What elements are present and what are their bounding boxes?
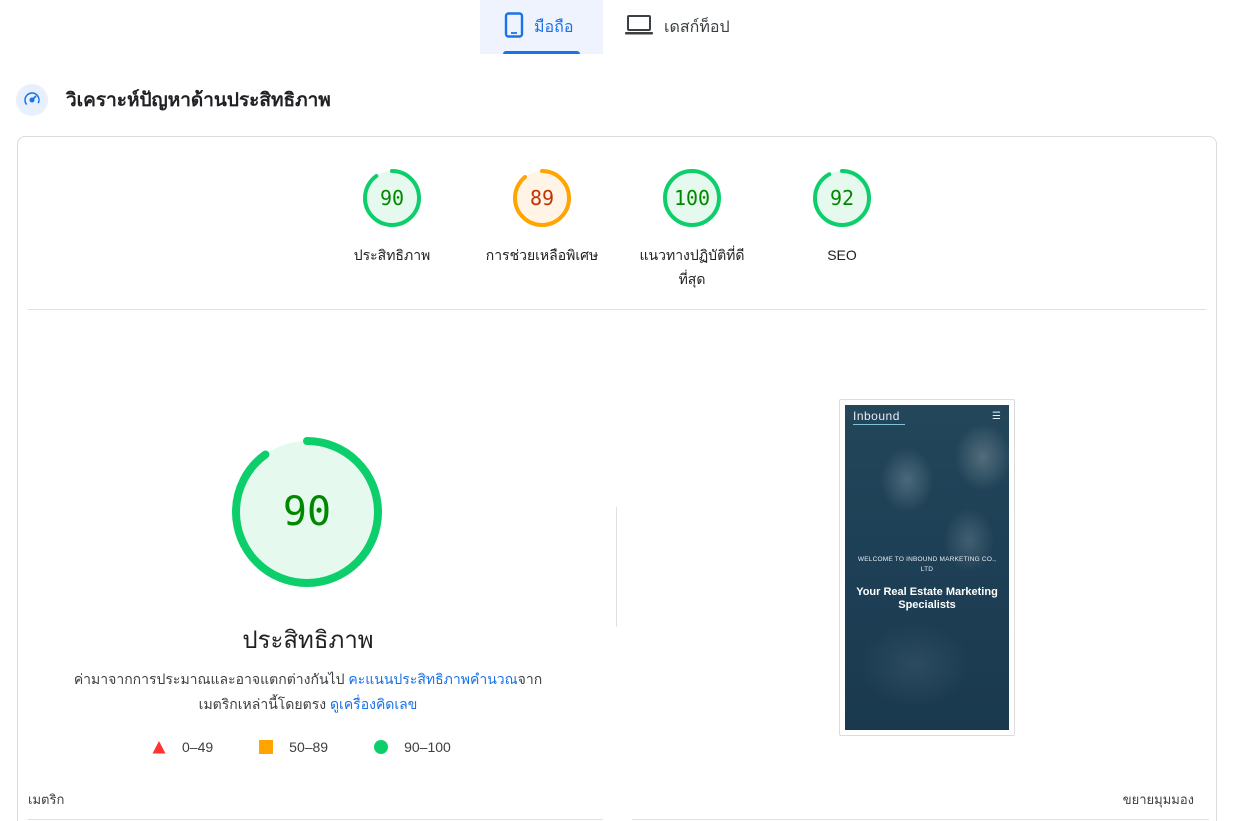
tab-desktop-label: เดสก์ท็อป: [664, 18, 730, 36]
vertical-divider: [616, 507, 617, 627]
metrics-heading: เมตริก: [28, 792, 65, 807]
active-tab-indicator: [503, 51, 580, 54]
hamburger-menu-icon: ☰: [992, 411, 1001, 422]
score-performance[interactable]: 90 ประสิทธิภาพ: [327, 167, 457, 267]
brand-underline: [853, 424, 905, 425]
main-score-value: 90: [283, 489, 331, 535]
expand-view-toggle[interactable]: ขยายมุมมอง: [1123, 789, 1194, 810]
tab-desktop[interactable]: เดสก์ท็อป: [603, 0, 752, 54]
seo-gauge: 92: [813, 169, 871, 227]
score-calculation-link[interactable]: คะแนนประสิทธิภาพคำนวณ: [348, 671, 517, 687]
legend-average-range: 50–89: [289, 739, 329, 755]
page-screenshot-thumbnail[interactable]: Inbound ☰ WELCOME TO INBOUND MARKETING C…: [839, 399, 1015, 736]
hero-headline: Your Real Estate Marketing Specialists: [856, 586, 998, 611]
score-description: ค่ามาจากการประมาณและอาจแตกต่างกันไป คะแน…: [58, 667, 558, 717]
calculator-link[interactable]: ดูเครื่องคิดเลข: [330, 696, 417, 712]
brand-logo: Inbound: [853, 409, 900, 423]
welcome-text: WELCOME TO INBOUND MARKETING CO., LTD: [857, 556, 997, 573]
legend-fail: 0–49: [152, 739, 213, 755]
metrics-divider-right: [632, 819, 1209, 820]
accessibility-gauge: 89: [513, 169, 571, 227]
tab-mobile-label: มือถือ: [534, 18, 574, 36]
best-practices-label: แนวทางปฏิบัติที่ดีที่สุด: [639, 247, 745, 287]
seo-score-value: 92: [830, 186, 854, 210]
score-legend: 0–49 50–89 90–100: [152, 739, 497, 755]
mobile-page-preview: Inbound ☰ WELCOME TO INBOUND MARKETING C…: [845, 405, 1009, 730]
accessibility-label: การช่วยเหลือพิเศษ: [485, 247, 599, 263]
device-tabs: มือถือ เดสก์ท็อป: [480, 0, 752, 54]
accessibility-score-value: 89: [530, 186, 554, 210]
legend-fail-range: 0–49: [182, 739, 214, 755]
main-score-title: ประสิทธิภาพ: [242, 627, 374, 654]
triangle-icon: [152, 741, 166, 754]
legend-pass: 90–100: [374, 739, 451, 755]
gauge-icon: [16, 84, 48, 116]
score-best-practices[interactable]: 100 แนวทางปฏิบัติที่ดีที่สุด: [627, 167, 757, 291]
tab-mobile[interactable]: มือถือ: [480, 0, 603, 54]
section-title: วิเคราะห์ปัญหาด้านประสิทธิภาพ: [66, 90, 331, 111]
score-accessibility[interactable]: 89 การช่วยเหลือพิเศษ: [477, 167, 607, 267]
smartphone-icon: [504, 11, 524, 43]
performance-score-value: 90: [380, 186, 404, 210]
seo-label: SEO: [827, 247, 857, 263]
main-performance-gauge: 90: [232, 437, 382, 587]
square-icon: [259, 740, 274, 754]
legend-average: 50–89: [259, 739, 328, 755]
divider: [28, 309, 1206, 310]
best-practices-score-value: 100: [674, 186, 710, 210]
score-seo[interactable]: 92 SEO: [777, 167, 907, 267]
desc-prefix: ค่ามาจากการประมาณและอาจแตกต่างกันไป: [73, 671, 349, 687]
section-header: วิเคราะห์ปัญหาด้านประสิทธิภาพ: [16, 84, 331, 116]
laptop-icon: [624, 14, 654, 41]
best-practices-gauge: 100: [663, 169, 721, 227]
report-card: 90 ประสิทธิภาพ 89 การช่วยเหลือพิเศษ 100 …: [17, 136, 1217, 821]
performance-label: ประสิทธิภาพ: [353, 247, 431, 263]
legend-pass-range: 90–100: [404, 739, 451, 755]
metrics-divider-left: [28, 819, 603, 820]
performance-gauge: 90: [363, 169, 421, 227]
circle-icon: [374, 740, 389, 754]
